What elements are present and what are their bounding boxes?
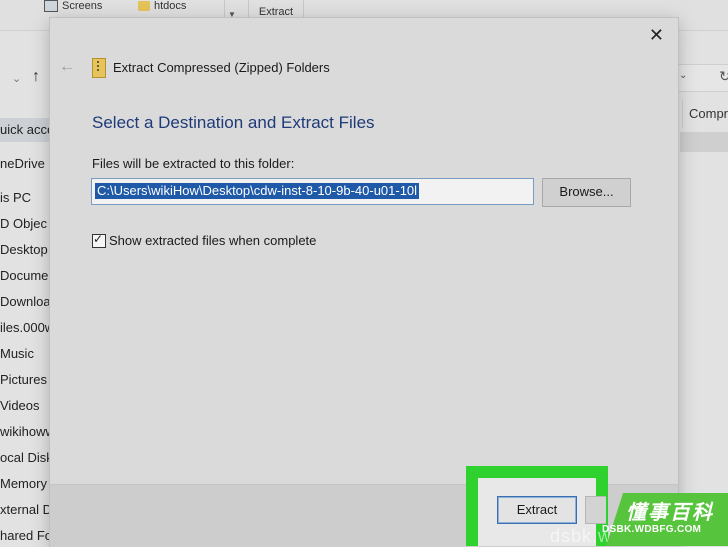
destination-label: Files will be extracted to this folder: [92,156,295,171]
sidebar-item-onedrive[interactable]: neDrive [0,154,45,174]
address-bar-end: ⌄ ↻ [674,64,728,92]
sidebar-item-videos[interactable]: Videos [0,396,40,416]
destination-path-value: C:\Users\wikiHow\Desktop\cdw-inst-8-10-9… [95,183,420,199]
show-files-checkbox[interactable]: ✓ [92,232,106,248]
dropdown-icon[interactable]: ⌄ [679,70,687,81]
dialog-title: Extract Compressed (Zipped) Folders [113,60,330,75]
folder-icon [138,1,150,11]
checkmark-icon: ✓ [93,232,104,246]
sidebar-item-3d-objects[interactable]: D Objec [0,214,47,234]
watermark-chinese: 懂事百科 [626,500,714,524]
cancel-button[interactable] [585,496,606,524]
ribbon-item-screens[interactable]: Screens [44,0,102,12]
refresh-icon[interactable]: ↻ [719,68,728,85]
extract-button[interactable]: Extract [497,496,577,524]
browse-button[interactable]: Browse... [542,178,631,207]
chevron-down-icon[interactable]: ⌄ [12,72,21,85]
monitor-icon [44,0,58,12]
close-icon[interactable]: ✕ [649,26,664,44]
sidebar-item-downloads[interactable]: Downloac [0,292,57,312]
sidebar-item-this-pc[interactable]: is PC [0,188,31,208]
dialog-heading: Select a Destination and Extract Files [92,113,375,132]
ribbon-item-htdocs[interactable]: htdocs [138,0,186,12]
sidebar-item-external-drive[interactable]: xternal D [0,500,52,520]
watermark-url: DSBK.WDBFG.COM [602,524,702,535]
selected-row-band [680,132,728,152]
ribbon-item-label: Screens [62,0,103,12]
ribbon-item-label: htdocs [154,0,187,12]
show-files-label[interactable]: Show extracted files when complete [109,234,316,248]
back-arrow-icon[interactable]: ← [59,58,75,76]
sidebar-item-music[interactable]: Music [0,344,34,364]
sidebar-item-documents[interactable]: Documen [0,266,56,286]
sidebar-item-desktop[interactable]: Desktop [0,240,48,260]
sidebar-item-files-000w[interactable]: iles.000w [0,318,54,338]
column-header-compressed[interactable]: Compr [682,100,728,128]
zip-folder-icon [92,58,106,78]
destination-path-input[interactable]: C:\Users\wikiHow\Desktop\cdw-inst-8-10-9… [91,178,534,205]
sidebar-item-wikihow[interactable]: wikihoww [0,422,55,442]
sidebar-item-pictures[interactable]: Pictures [0,370,47,390]
explorer-nav: ⌄ ↑ [0,62,52,96]
up-arrow-icon[interactable]: ↑ [32,68,40,86]
sidebar-item-local-disk[interactable]: ocal Disk [0,448,53,468]
